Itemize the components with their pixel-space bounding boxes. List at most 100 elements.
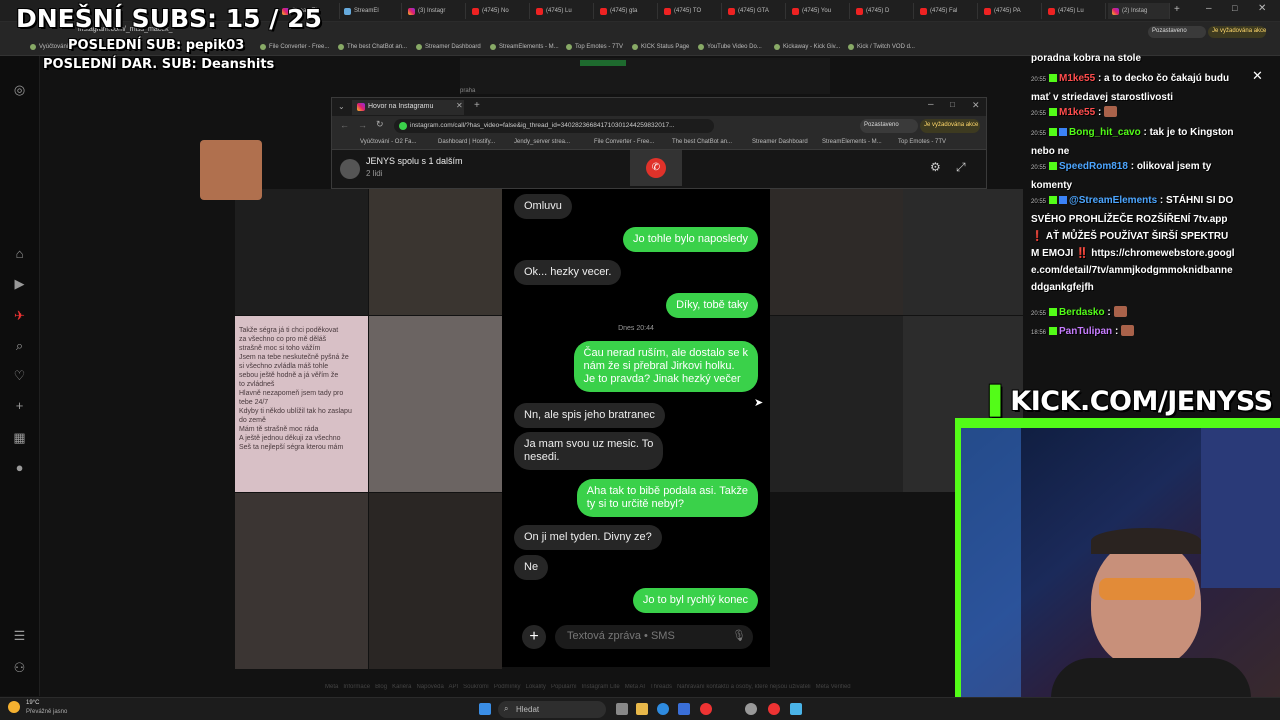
site-info-icon[interactable] bbox=[399, 122, 407, 130]
browser-tab[interactable]: (4745) TO bbox=[660, 3, 722, 19]
bookmark[interactable]: Kickaway - Kick Giv... bbox=[774, 44, 840, 50]
message-input[interactable]: Textová zpráva • SMS bbox=[555, 625, 753, 649]
notifications-icon[interactable]: ♡ bbox=[12, 368, 27, 383]
profile-chip[interactable]: Pozastaveno bbox=[1148, 26, 1206, 38]
footer-link[interactable]: Soukromí bbox=[463, 684, 489, 690]
action-required-chip[interactable]: Je vyžadována akce bbox=[920, 119, 980, 133]
bookmark[interactable]: The best ChatBot an... bbox=[672, 139, 732, 145]
fullscreen-icon[interactable]: ⤢ bbox=[956, 160, 966, 175]
dashboard-icon[interactable]: ▦ bbox=[12, 430, 27, 445]
bookmark[interactable]: Streamer Dashboard bbox=[752, 139, 808, 145]
instagram-logo-icon[interactable]: ◎ bbox=[12, 82, 27, 97]
minimize-icon[interactable]: – bbox=[928, 99, 934, 110]
browser-tab-active[interactable]: (2) Instag bbox=[1108, 3, 1170, 19]
footer-link[interactable]: Blog bbox=[375, 684, 387, 690]
post-thumbnail[interactable] bbox=[369, 493, 502, 669]
bookmark[interactable]: File Converter - Free... bbox=[594, 139, 654, 145]
chrome-icon[interactable] bbox=[768, 703, 780, 715]
task-view-icon[interactable] bbox=[616, 703, 628, 715]
back-icon[interactable]: ← bbox=[340, 120, 349, 130]
search-icon[interactable]: ⌕ bbox=[12, 338, 27, 353]
obs-icon[interactable] bbox=[745, 703, 757, 715]
close-overlay-icon[interactable]: ✕ bbox=[1252, 68, 1263, 84]
post-thumbnail-text-card[interactable]: Takže ségra já ti chci poděkovat za všec… bbox=[235, 316, 368, 492]
app-icon[interactable] bbox=[790, 703, 802, 715]
browser-tab[interactable]: (3) Instagr bbox=[404, 3, 466, 19]
browser-tab[interactable]: (4745) No bbox=[468, 3, 530, 19]
profile-chip[interactable]: Pozastaveno bbox=[860, 119, 918, 133]
settings-icon[interactable]: ⚙ bbox=[930, 160, 941, 174]
microphone-icon[interactable]: 🎙 bbox=[732, 629, 746, 642]
bookmark[interactable]: File Converter - Free... bbox=[260, 44, 329, 50]
start-button-icon[interactable] bbox=[479, 703, 491, 715]
browser-tab[interactable]: (4745) PA bbox=[980, 3, 1042, 19]
footer-link[interactable]: Meta bbox=[325, 684, 338, 690]
bookmark[interactable]: YouTube Video Do... bbox=[698, 44, 762, 50]
file-explorer-icon[interactable] bbox=[636, 703, 648, 715]
browser-tab[interactable]: (4745) Lu bbox=[532, 3, 594, 19]
browser-tab[interactable]: StreamEl bbox=[340, 3, 402, 19]
edge-icon[interactable] bbox=[657, 703, 669, 715]
post-thumbnail[interactable] bbox=[770, 189, 903, 315]
popup-tab[interactable]: Hovor na Instagramu bbox=[352, 100, 464, 115]
bookmark[interactable]: Vyúčtování - O2 Fa... bbox=[360, 139, 416, 145]
footer-link[interactable]: Populární bbox=[551, 684, 577, 690]
weather-icon[interactable] bbox=[8, 701, 20, 713]
post-thumbnail[interactable] bbox=[903, 189, 1023, 315]
menu-icon[interactable]: ☰ bbox=[12, 628, 27, 643]
post-thumbnail[interactable] bbox=[770, 316, 903, 492]
bookmark[interactable]: Vyúčtování bbox=[30, 44, 68, 50]
mail-icon[interactable] bbox=[678, 703, 690, 715]
home-icon[interactable]: ⌂ bbox=[12, 246, 27, 261]
footer-link[interactable]: Meta Verified bbox=[816, 684, 851, 690]
browser-tab[interactable]: (4745) D bbox=[852, 3, 914, 19]
bookmark[interactable]: Jendy_server strea... bbox=[514, 139, 570, 145]
new-tab-icon[interactable]: + bbox=[474, 100, 480, 111]
reload-icon[interactable]: ↻ bbox=[376, 119, 384, 130]
follow-button[interactable] bbox=[580, 60, 626, 66]
bookmark[interactable]: The best ChatBot an... bbox=[338, 44, 407, 50]
meta-icon[interactable]: ⚇ bbox=[12, 660, 27, 675]
footer-link[interactable]: API bbox=[448, 684, 458, 690]
action-required-chip[interactable]: Je vyžadována akce bbox=[1208, 26, 1266, 38]
add-attachment-button[interactable]: + bbox=[522, 625, 546, 649]
bookmark[interactable]: StreamElements - M... bbox=[822, 139, 882, 145]
popup-url-field[interactable]: instagram.com/call/?has_video=false&ig_t… bbox=[394, 119, 714, 133]
close-window-icon[interactable]: ✕ bbox=[1258, 3, 1266, 14]
reels-icon[interactable]: ▶ bbox=[12, 276, 27, 291]
bookmark[interactable]: Streamer Dashboard bbox=[416, 44, 481, 50]
post-thumbnail[interactable] bbox=[369, 316, 502, 492]
forward-icon[interactable]: → bbox=[358, 120, 367, 130]
footer-link[interactable]: Threads bbox=[650, 684, 672, 690]
footer-link[interactable]: Instagram Lite bbox=[582, 684, 620, 690]
post-thumbnail[interactable] bbox=[369, 189, 502, 315]
post-thumbnail[interactable] bbox=[235, 189, 368, 315]
tab-menu-icon[interactable]: ⌄ bbox=[338, 102, 345, 111]
footer-link[interactable]: Nahrávání kontaktů a osoby, které nejsou… bbox=[677, 684, 811, 690]
bookmark[interactable]: Kick / Twitch VOD d... bbox=[848, 44, 915, 50]
footer-link[interactable]: Lokality bbox=[526, 684, 546, 690]
chrome-icon[interactable] bbox=[700, 703, 712, 715]
messages-icon[interactable]: ✈ bbox=[12, 308, 27, 323]
footer-link[interactable]: Nápověda bbox=[416, 684, 443, 690]
create-icon[interactable]: + bbox=[12, 398, 27, 413]
browser-tab[interactable]: (4745) You bbox=[788, 3, 850, 19]
profile-avatar-icon[interactable]: ● bbox=[12, 460, 27, 475]
maximize-icon[interactable]: □ bbox=[950, 100, 955, 109]
browser-tab[interactable]: (4745) Lu bbox=[1044, 3, 1106, 19]
taskbar-search-input[interactable]: Hledat bbox=[498, 701, 606, 718]
new-tab-icon[interactable]: + bbox=[1174, 4, 1180, 15]
post-thumbnail[interactable] bbox=[235, 493, 368, 669]
bookmark[interactable]: Top Emotes - 7TV bbox=[898, 139, 946, 145]
browser-tab[interactable]: (4745) Fal bbox=[916, 3, 978, 19]
minimize-icon[interactable]: – bbox=[1206, 3, 1212, 14]
bookmark[interactable]: KICK Status Page bbox=[632, 44, 689, 50]
browser-tab[interactable]: (4745) gta bbox=[596, 3, 658, 19]
bookmark[interactable]: Top Emotes - 7TV bbox=[566, 44, 623, 50]
footer-link[interactable]: Kariéra bbox=[392, 684, 411, 690]
close-tab-icon[interactable]: ✕ bbox=[456, 101, 463, 110]
maximize-icon[interactable]: □ bbox=[1232, 3, 1237, 13]
bookmark[interactable]: Dashboard | Hostify... bbox=[438, 139, 495, 145]
close-window-icon[interactable]: ✕ bbox=[972, 100, 980, 111]
end-call-button[interactable]: ✆ bbox=[646, 158, 666, 178]
